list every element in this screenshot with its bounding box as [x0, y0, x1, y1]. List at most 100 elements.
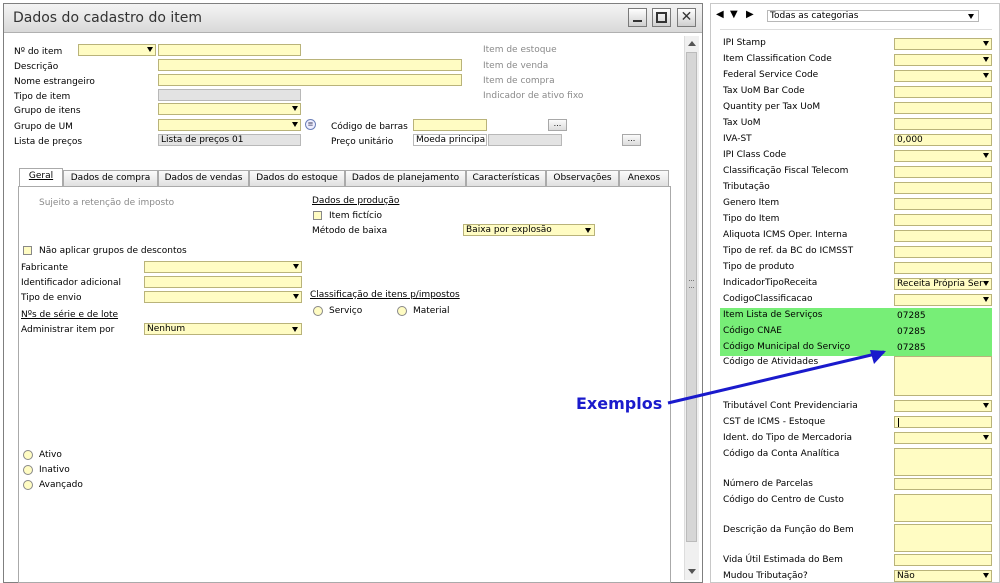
chevron-down-icon — [983, 41, 989, 46]
udf-field[interactable] — [894, 198, 992, 210]
udf-field[interactable] — [894, 54, 992, 66]
maximize-button[interactable] — [652, 8, 671, 27]
udf-field[interactable] — [894, 448, 992, 476]
udf-field[interactable] — [894, 70, 992, 82]
scroll-thumb[interactable] — [686, 52, 697, 542]
fabricante-label: Fabricante — [21, 263, 69, 273]
minimize-button[interactable] — [628, 8, 647, 27]
info-icon[interactable]: ≡ — [305, 119, 316, 130]
udf-field[interactable]: 07285 — [894, 310, 992, 322]
title-bar[interactable]: Dados do cadastro do item ✕ — [4, 4, 702, 33]
chevron-down-icon — [292, 106, 298, 111]
scroll-up-icon[interactable] — [688, 41, 696, 46]
grupo-um-select[interactable] — [158, 119, 301, 131]
moeda-field[interactable]: Moeda principal — [413, 134, 487, 146]
avancado-radio[interactable] — [23, 480, 33, 490]
servico-radio[interactable] — [313, 306, 323, 316]
udf-label: IPI Stamp — [723, 38, 766, 48]
tab-caracteristicas[interactable]: Características — [466, 170, 546, 186]
item-series-select[interactable] — [78, 44, 156, 56]
lista-precos-field[interactable]: Lista de preços 01 — [158, 134, 301, 146]
udf-field[interactable] — [894, 118, 992, 130]
udf-row: CodigoClassificacao — [720, 292, 992, 308]
annotation-arrow — [667, 350, 886, 405]
dropdown-icon[interactable]: ▼ — [730, 9, 738, 20]
nao-aplicar-descontos-checkbox[interactable] — [23, 246, 32, 255]
udf-field[interactable]: Receita Própria Ser — [894, 278, 992, 290]
chevron-down-icon — [983, 153, 989, 158]
chevron-down-icon — [147, 47, 153, 52]
descricao-field[interactable] — [158, 59, 462, 71]
tab-label: Dados de vendas — [164, 173, 243, 183]
nome-estrangeiro-field[interactable] — [158, 74, 462, 86]
udf-label: Código da Conta Analítica — [723, 449, 840, 459]
grupo-itens-select[interactable] — [158, 103, 301, 115]
preco-unitario-field[interactable] — [488, 134, 562, 146]
udf-field[interactable] — [894, 524, 992, 552]
tab-label: Observações — [553, 173, 612, 183]
preco-browse-button[interactable]: ... — [622, 134, 641, 146]
administrar-select[interactable]: Nenhum — [144, 323, 302, 335]
udf-field[interactable] — [894, 150, 992, 162]
udf-row: Tipo de produto — [720, 260, 992, 276]
udf-label: IVA-ST — [723, 134, 752, 144]
codigo-barras-browse-button[interactable]: ... — [548, 119, 567, 131]
udf-row: Tipo do Item — [720, 212, 992, 228]
udf-field[interactable]: Não — [894, 570, 992, 582]
udf-field[interactable] — [894, 416, 992, 428]
udf-field[interactable] — [894, 214, 992, 226]
udf-field[interactable] — [894, 554, 992, 566]
identificador-field[interactable] — [144, 276, 302, 288]
close-button[interactable]: ✕ — [677, 8, 696, 27]
udf-label: CodigoClassificacao — [723, 294, 813, 304]
material-radio[interactable] — [397, 306, 407, 316]
tab-geral[interactable]: Geral — [19, 168, 63, 187]
udf-field[interactable] — [894, 246, 992, 258]
tab-dados-vendas[interactable]: Dados de vendas — [158, 170, 249, 186]
udf-field[interactable] — [894, 494, 992, 522]
category-select[interactable]: Todas as categorias — [767, 10, 979, 22]
udf-label: Aliquota ICMS Oper. Interna — [723, 230, 848, 240]
item-no-field[interactable] — [158, 44, 301, 56]
metodo-baixa-select[interactable]: Baixa por explosão — [463, 224, 595, 236]
tab-dados-compra[interactable]: Dados de compra — [63, 170, 158, 186]
udf-field[interactable]: 07285 — [894, 326, 992, 338]
tipo-envio-select[interactable] — [144, 291, 302, 303]
next-icon[interactable]: ▶ — [746, 9, 754, 20]
udf-row: Código CNAE 07285 — [720, 324, 992, 340]
item-ficticio-checkbox[interactable] — [313, 211, 322, 220]
tab-observacoes[interactable]: Observações — [546, 170, 619, 186]
nome-estrangeiro-label: Nome estrangeiro — [14, 77, 95, 87]
udf-row: IVA-ST 0,000 — [720, 132, 992, 148]
item-estoque-flag: Item de estoque — [483, 45, 557, 55]
udf-field[interactable]: 07285 — [894, 342, 992, 354]
udf-field[interactable] — [894, 400, 992, 412]
inativo-radio[interactable] — [23, 465, 33, 475]
udf-label: Ident. do Tipo de Mercadoria — [723, 433, 853, 443]
udf-field[interactable] — [894, 230, 992, 242]
udf-field[interactable] — [894, 86, 992, 98]
udf-row: Aliquota ICMS Oper. Interna — [720, 228, 992, 244]
udf-field[interactable] — [894, 102, 992, 114]
udf-field[interactable] — [894, 294, 992, 306]
window-scrollbar[interactable] — [684, 36, 699, 580]
tab-anexos[interactable]: Anexos — [619, 170, 669, 186]
udf-field[interactable] — [894, 262, 992, 274]
udf-row: IPI Class Code — [720, 148, 992, 164]
tab-dados-estoque[interactable]: Dados do estoque — [249, 170, 345, 186]
udf-field[interactable]: 0,000 — [894, 134, 992, 146]
ativo-radio[interactable] — [23, 450, 33, 460]
item-compra-flag: Item de compra — [483, 76, 555, 86]
codigo-barras-field[interactable] — [413, 119, 487, 131]
fabricante-select[interactable] — [144, 261, 302, 273]
udf-field[interactable] — [894, 166, 992, 178]
udf-field[interactable] — [894, 356, 992, 396]
tab-dados-planejamento[interactable]: Dados de planejamento — [345, 170, 466, 186]
udf-field[interactable] — [894, 38, 992, 50]
udf-field[interactable] — [894, 432, 992, 444]
avancado-label: Avançado — [39, 480, 83, 490]
udf-field[interactable] — [894, 478, 992, 490]
udf-field[interactable] — [894, 182, 992, 194]
previous-icon[interactable]: ◀ — [716, 9, 724, 20]
scroll-down-icon[interactable] — [688, 569, 696, 574]
